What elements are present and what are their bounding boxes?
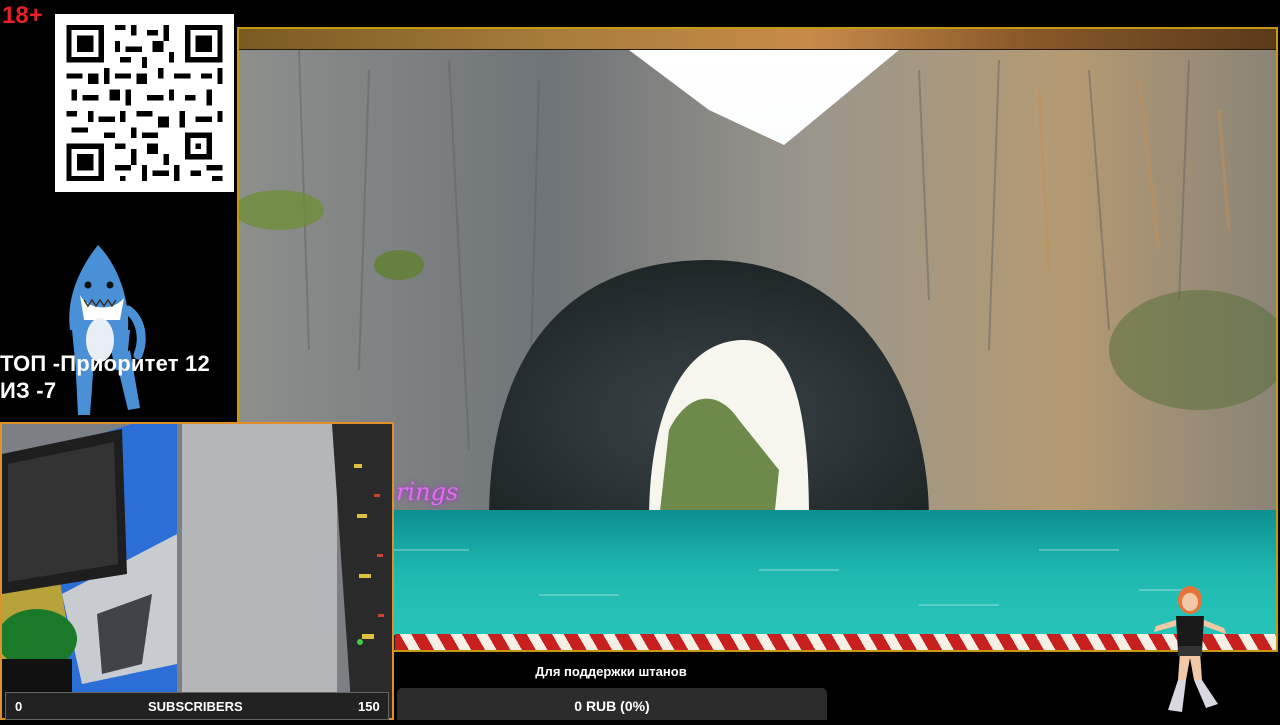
subscriber-goal-bar: 0 SUBSCRIBERS 150	[5, 692, 389, 720]
subscriber-count: 0	[15, 699, 23, 714]
video-frame-header	[239, 29, 1276, 49]
age-rating-badge: 18+	[2, 2, 43, 29]
webcam-feed	[0, 422, 394, 720]
subscriber-label: SUBSCRIBERS	[148, 699, 243, 714]
priority-line-2: ИЗ -7	[0, 378, 57, 403]
donation-title: Для поддержки штанов	[535, 664, 687, 679]
subscriber-goal: 150	[358, 699, 380, 714]
dancing-girl-mascot	[1148, 580, 1232, 720]
qr-code-icon	[55, 14, 234, 192]
donation-amount: 0 RUB (0%)	[574, 698, 650, 714]
video-overlay-text: rings	[396, 478, 459, 506]
priority-text: ТОП -Приоритет 12 ИЗ -7	[0, 350, 210, 404]
video-frame-footer-stripe	[395, 634, 1276, 650]
stream-video[interactable]	[239, 50, 1276, 635]
priority-line-1: ТОП -Приоритет 12	[0, 351, 210, 376]
